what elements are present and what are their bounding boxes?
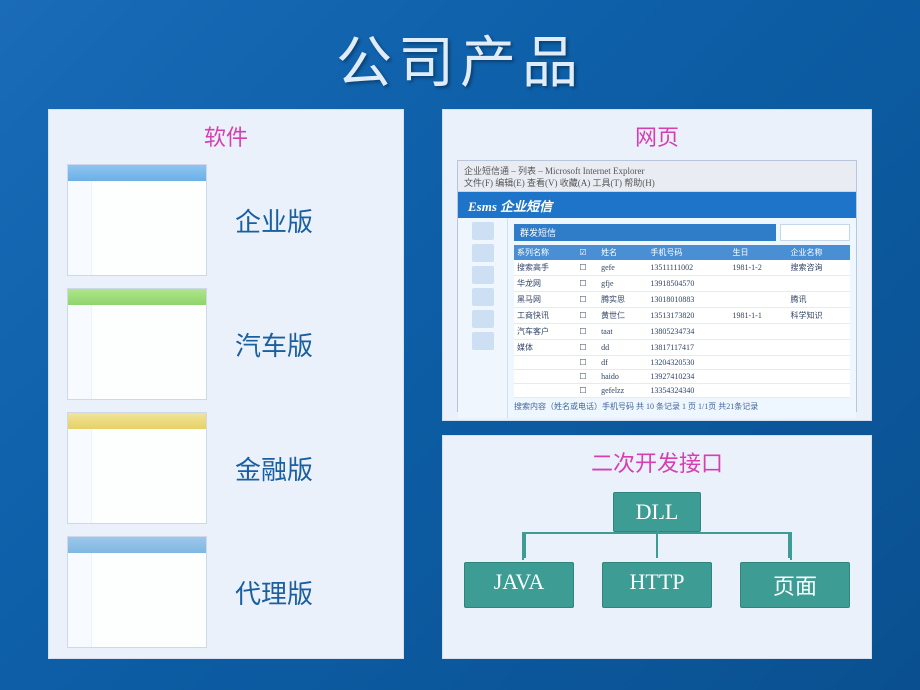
web-data-table: 系列名称 ☑ 姓名 手机号码 生日 企业名称 搜索高手☐gefe13511111… xyxy=(514,245,850,398)
software-thumb-car xyxy=(67,288,207,400)
th: 生日 xyxy=(729,245,787,260)
sdk-node-java: JAVA xyxy=(464,562,574,608)
web-panel: 网页 企业短信通 – 列表 – Microsoft Internet Explo… xyxy=(442,109,872,421)
tree-connector xyxy=(522,532,792,560)
th: 企业名称 xyxy=(788,245,850,260)
table-row: 搜索高手☐gefe135111110021981-1-2搜索咨询 xyxy=(514,260,850,276)
software-thumb-enterprise xyxy=(67,164,207,276)
sidebar-icon xyxy=(472,266,494,284)
sdk-heading: 二次开发接口 xyxy=(457,446,857,478)
table-row: 工商快讯☐黄世仁135131738201981-1-1科学知识 xyxy=(514,308,850,324)
software-label-car: 汽车版 xyxy=(235,326,313,363)
content-columns: 软件 企业版 汽车版 金融版 xyxy=(0,99,920,659)
software-thumb-finance xyxy=(67,412,207,524)
section-box xyxy=(780,224,850,241)
table-row: 华龙网☐gfje13918504570 xyxy=(514,276,850,292)
th: 手机号码 xyxy=(647,245,729,260)
web-main: 群发短信 系列名称 ☑ 姓名 手机号码 生日 企业名称 xyxy=(508,218,856,418)
th: 系列名称 xyxy=(514,245,576,260)
th: ☑ xyxy=(576,245,598,260)
sidebar-icon xyxy=(472,222,494,240)
web-screenshot: 企业短信通 – 列表 – Microsoft Internet Explorer… xyxy=(457,160,857,412)
sidebar-icon xyxy=(472,288,494,306)
table-footer: 搜索内容（姓名或电话）手机号码 共 10 条记录 1 页 1/1页 共21条记录 xyxy=(514,401,850,412)
sidebar-icon xyxy=(472,332,494,350)
software-row-agent: 代理版 xyxy=(63,536,389,648)
web-brand: Esms 企业短信 xyxy=(458,192,856,218)
browser-title: 企业短信通 – 列表 – Microsoft Internet Explorer xyxy=(464,164,850,176)
table-row: 黑马网☐腾实思13018010883腾讯 xyxy=(514,292,850,308)
web-heading: 网页 xyxy=(457,120,857,152)
table-row: 汽车客户☐taat13805234734 xyxy=(514,324,850,340)
software-label-agent: 代理版 xyxy=(235,574,313,611)
table-row: ☐gefelzz13354324340 xyxy=(514,384,850,398)
sdk-node-page: 页面 xyxy=(740,562,850,608)
software-row-enterprise: 企业版 xyxy=(63,164,389,276)
software-label-enterprise: 企业版 xyxy=(235,202,313,239)
software-thumb-agent xyxy=(67,536,207,648)
left-column: 软件 企业版 汽车版 金融版 xyxy=(48,109,404,659)
web-sidebar xyxy=(458,218,508,418)
software-panel: 软件 企业版 汽车版 金融版 xyxy=(48,109,404,659)
sdk-panel: 二次开发接口 DLL JAVA HTTP 页面 xyxy=(442,435,872,659)
table-row: ☐df13204320530 xyxy=(514,356,850,370)
software-row-finance: 金融版 xyxy=(63,412,389,524)
software-label-finance: 金融版 xyxy=(235,450,313,487)
slide-title: 公司产品 xyxy=(0,0,920,99)
sidebar-icon xyxy=(472,244,494,262)
th: 姓名 xyxy=(598,245,647,260)
sdk-node-http: HTTP xyxy=(602,562,712,608)
browser-chrome: 企业短信通 – 列表 – Microsoft Internet Explorer… xyxy=(458,161,856,192)
browser-toolbar: 文件(F) 编辑(E) 查看(V) 收藏(A) 工具(T) 帮助(H) xyxy=(464,176,850,188)
sidebar-icon xyxy=(472,310,494,328)
sdk-tree: DLL JAVA HTTP 页面 xyxy=(457,486,857,626)
table-row: ☐haido13927410234 xyxy=(514,370,850,384)
software-heading: 软件 xyxy=(63,120,389,152)
software-row-car: 汽车版 xyxy=(63,288,389,400)
right-column: 网页 企业短信通 – 列表 – Microsoft Internet Explo… xyxy=(442,109,872,659)
section-label: 群发短信 xyxy=(514,224,776,241)
table-row: 媒体☐dd13817117417 xyxy=(514,340,850,356)
